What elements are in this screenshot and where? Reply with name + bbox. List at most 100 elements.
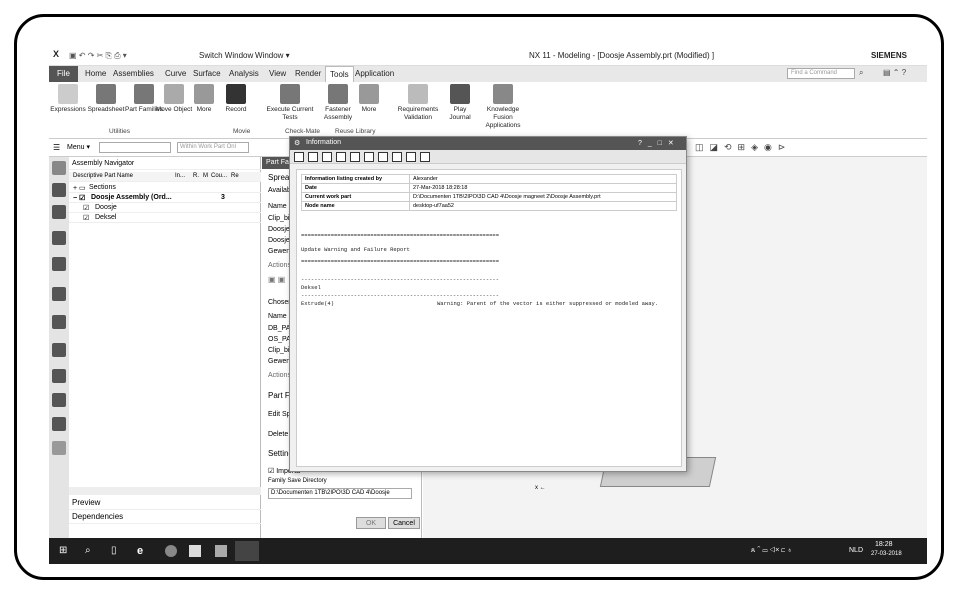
cut-icon[interactable] [322,152,332,162]
add-icon[interactable] [378,152,388,162]
dialog-titlebar[interactable]: ⚙ Information ? _ □ ✕ [290,137,686,150]
col-r[interactable]: R. [193,173,199,179]
list-icon[interactable] [406,152,416,162]
window-title: NX 11 - Modeling - [Doosje Assembly.prt … [529,51,715,60]
separator-line: ----------------------------------------… [301,276,500,283]
horizontal-scrollbar[interactable] [69,487,261,495]
search-icon[interactable]: ⌕ [859,68,863,78]
tray-icons[interactable]: ጰ ⌃ ▭ ◁× ⊏ ♁ [751,547,792,555]
dependencies-section[interactable]: Dependencies [69,512,261,524]
copy-icon[interactable] [336,152,346,162]
cancel-button[interactable]: Cancel [388,517,420,529]
play-journal-icon [450,84,470,104]
menu-surface[interactable]: Surface [193,69,221,78]
hd3d-icon[interactable] [52,287,66,301]
menu-analysis[interactable]: Analysis [229,69,259,78]
fastener-assembly-button[interactable]: Fastener Assembly [319,84,357,122]
clock-time[interactable]: 18:28 [875,541,893,548]
store-icon[interactable] [189,545,201,557]
search-icon[interactable]: ⌕ [85,545,97,557]
palette-icon[interactable] [52,441,66,455]
web-browser-icon[interactable] [52,315,66,329]
tree-row[interactable]: + ▭ Sections [69,183,261,193]
part-icon: ☑ [83,215,90,222]
menu-file[interactable]: File [49,66,78,82]
collapse-icon[interactable]: − ☑ [73,194,85,202]
knowledge-fusion-button[interactable]: Knowledge Fusion Applications [479,84,527,130]
taskbar: ⊞ ⌕ ▯ e ጰ ⌃ ▭ ◁× ⊏ ♁ NLD 18:28 27-03-201… [49,538,927,564]
print-icon[interactable] [308,152,318,162]
reuse-library-icon[interactable] [52,257,66,271]
minimize-icon[interactable] [420,152,430,162]
quick-access-icons[interactable]: ▣ ↶ ↷ ✂ ⎘ ⎙ ▾ [69,51,127,61]
title-bar: X ▣ ↶ ↷ ✂ ⎘ ⎙ ▾ Switch Window Window ▾ N… [49,46,927,66]
expressions-button[interactable]: Expressions [49,84,87,114]
more-reuse-button[interactable]: More [355,84,383,114]
execute-tests-button[interactable]: Execute Current Tests [265,84,315,122]
add-column-icon[interactable]: ▣ ▣ [268,275,285,284]
expand-icon[interactable]: + ▭ [73,184,86,192]
command-search-input[interactable]: Find a Command [787,68,855,79]
col-re[interactable]: Re [231,173,239,179]
ok-button[interactable]: OK [356,517,386,529]
tree-row[interactable]: ☑ Doosje [69,203,261,213]
menu-icon[interactable]: ☰ [53,143,60,152]
window-menu-button[interactable]: Window ▾ [255,51,290,60]
explorer-icon[interactable] [215,545,227,557]
preview-section[interactable]: Preview [69,498,261,510]
task-view-icon[interactable]: ▯ [111,545,123,557]
record-button[interactable]: Record [217,84,255,114]
window-controls[interactable]: ? _ □ ✕ [638,139,676,147]
switch-window-button[interactable]: Switch Window [199,51,253,60]
tree-row[interactable]: ☑ Deksel [69,213,261,223]
ribbon-options-icon[interactable]: ▤ ⌃ ? [883,68,906,77]
history-icon[interactable] [52,343,66,357]
separator-line: ----------------------------------------… [301,292,500,299]
assembly-navigator-icon[interactable] [52,205,66,219]
view-tools-icons[interactable]: ◫◪⟲⊞◈◉⊳ [695,142,791,153]
information-text[interactable]: Information listing created by Alexander … [296,169,682,467]
col-part-name[interactable]: Descriptive Part Name [73,173,133,179]
gear-icon: ⚙ [294,140,301,147]
constraint-navigator-icon[interactable] [52,231,66,245]
settings-icon[interactable] [52,161,66,175]
delete-icon[interactable] [364,152,374,162]
save-icon[interactable] [294,152,304,162]
menu-curve[interactable]: Curve [165,69,186,78]
menu-button[interactable]: Menu ▾ [67,143,90,151]
language-indicator[interactable]: NLD [849,547,863,554]
spreadsheet-button[interactable]: Spreadsheet [87,84,125,114]
menu-application[interactable]: Application [355,69,394,78]
menu-home[interactable]: Home [85,69,106,78]
spreadsheet-icon [96,84,116,104]
requirements-validation-button[interactable]: Requirements Validation [393,84,443,122]
type-filter-select[interactable] [99,142,171,153]
nx-logo-icon: X [53,49,60,59]
nx-taskbar-icon[interactable] [235,541,259,561]
family-directory-input[interactable]: D:\Documenten 1TB\2IPO\3D CAD 4\Doosje [268,488,412,499]
clock-date[interactable]: 27-03-2018 [871,551,902,557]
menu-render[interactable]: Render [295,69,321,78]
chrome-icon[interactable] [165,545,177,557]
scope-filter-select[interactable]: Within Work Part Onl [177,142,249,153]
menu-assemblies[interactable]: Assemblies [113,69,154,78]
play-journal-button[interactable]: Play Journal [445,84,475,122]
tree-row[interactable]: − ☑ Doosje Assembly (Ord... 3 [69,193,261,203]
edge-icon[interactable]: e [137,545,149,557]
menu-view[interactable]: View [269,69,286,78]
col-m[interactable]: M [203,173,208,179]
windows-start-icon[interactable]: ⊞ [59,545,71,557]
ribbon: Expressions Spreadsheet Part Families Mo… [49,82,927,139]
move-object-icon [164,84,184,104]
roles-icon[interactable] [52,417,66,431]
expressions-icon [58,84,78,104]
paste-icon[interactable] [350,152,360,162]
system-materials-icon[interactable] [52,369,66,383]
col-in[interactable]: In... [175,173,185,179]
col-count[interactable]: Cou... [211,173,227,179]
part-navigator-icon[interactable] [52,183,66,197]
group-reuse-library: Reuse Library [335,128,376,135]
menu-tools[interactable]: Tools [325,66,354,82]
find-icon[interactable] [392,152,402,162]
process-studio-icon[interactable] [52,393,66,407]
